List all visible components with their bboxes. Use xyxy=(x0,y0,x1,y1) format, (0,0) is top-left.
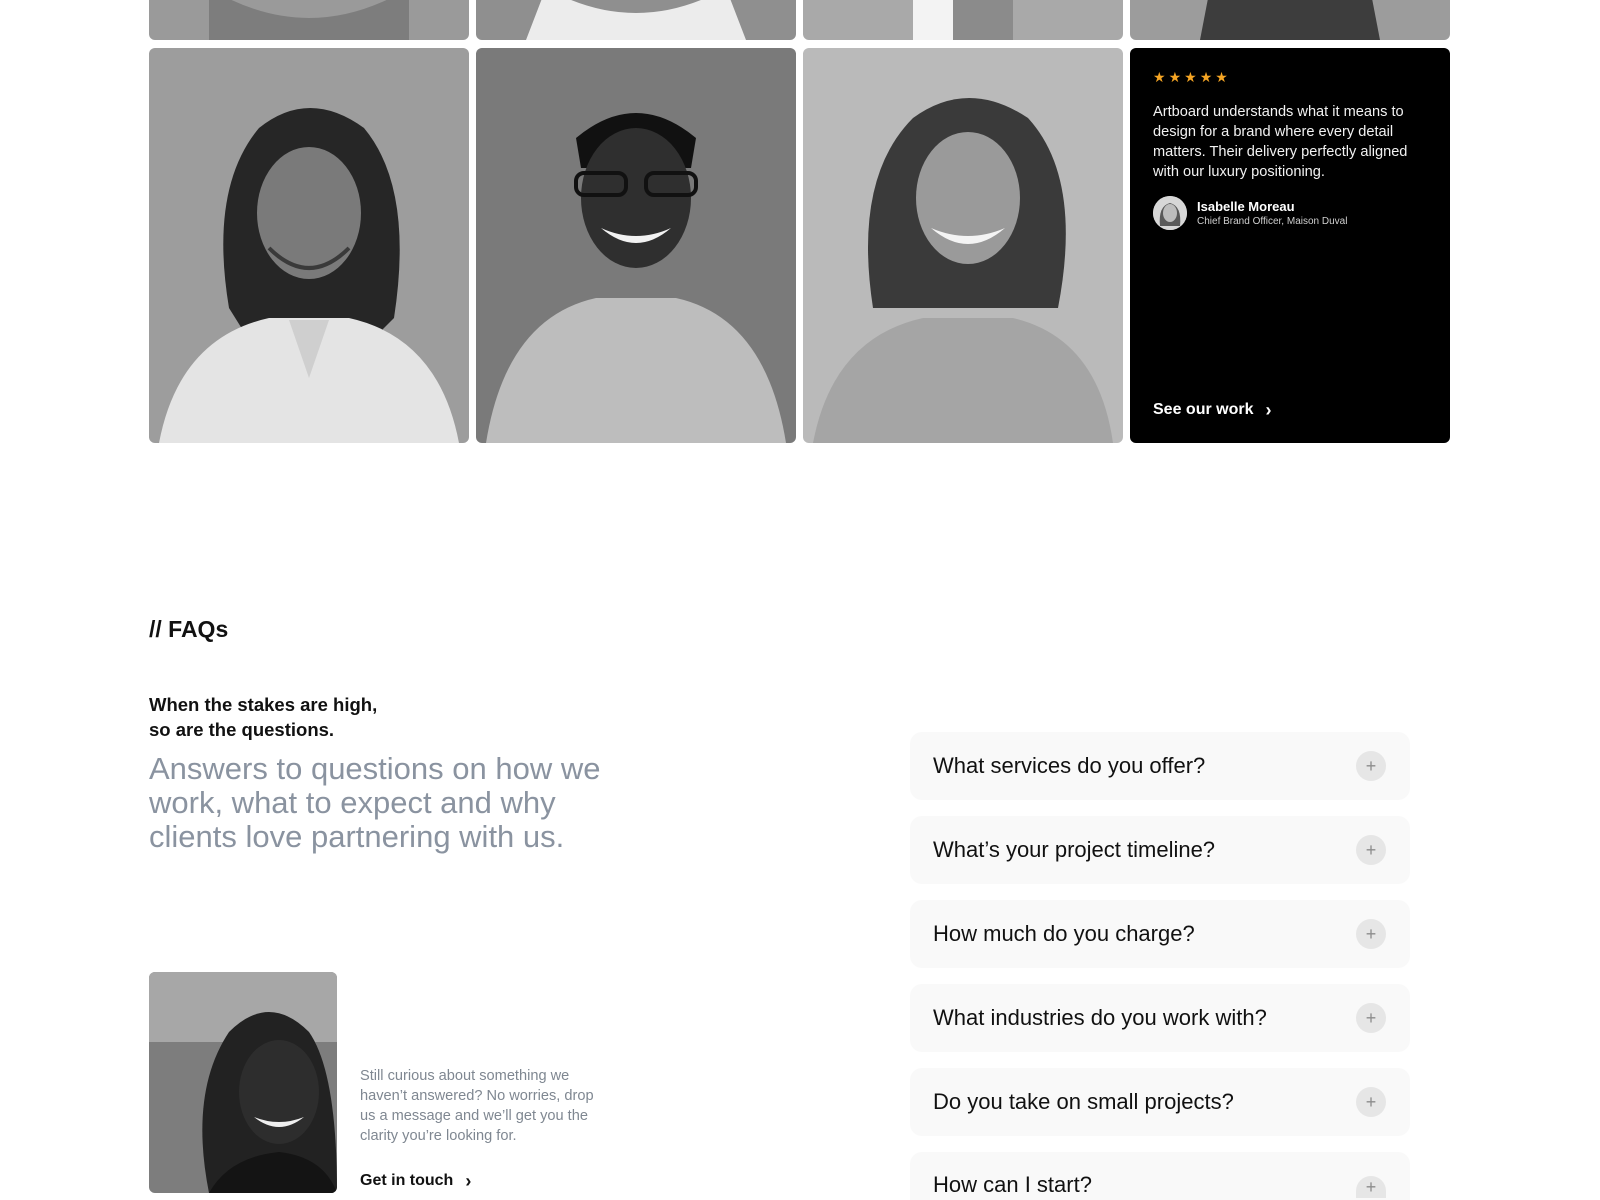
plus-icon[interactable]: + xyxy=(1356,1003,1386,1033)
faq-item-services[interactable]: What services do you offer? + xyxy=(910,732,1410,800)
faq-subheading-line: so are the questions. xyxy=(149,719,335,740)
faq-subheading-line: When the stakes are high, xyxy=(149,694,378,715)
plus-icon[interactable]: + xyxy=(1356,1087,1386,1117)
faq-question: How much do you charge? xyxy=(933,921,1195,946)
testimonial-quote: Artboard understands what it means to de… xyxy=(1153,104,1408,180)
star-icon: ★ xyxy=(1199,69,1213,85)
faq-lead-text: Answers to questions on how we work, wha… xyxy=(149,751,601,854)
team-photo-top-2 xyxy=(476,0,796,40)
plus-icon[interactable]: + xyxy=(1356,1176,1386,1198)
plus-icon[interactable]: + xyxy=(1356,751,1386,781)
star-icon: ★ xyxy=(1215,69,1228,85)
support-agent-photo xyxy=(149,972,337,1193)
get-in-touch-label: Get in touch xyxy=(360,1172,454,1189)
faq-question: What’s your project timeline? xyxy=(933,837,1216,862)
team-photo-top-3 xyxy=(803,0,1123,40)
chevron-right-icon: › xyxy=(1265,400,1272,420)
team-photo-top-4 xyxy=(1130,0,1450,40)
rating-stars: ★ ★ ★ ★ ★ xyxy=(1153,70,1427,84)
testimonial-author: Isabelle Moreau Chief Brand Officer, Mai… xyxy=(1153,196,1427,230)
faq-question: How can I start? xyxy=(933,1172,1092,1197)
faq-subheading: When the stakes are high, so are the que… xyxy=(149,692,449,742)
star-icon: ★ xyxy=(1184,69,1197,85)
testimonial-card: ★ ★ ★ ★ ★ Artboard understands what it m… xyxy=(1130,48,1450,443)
star-icon: ★ xyxy=(1153,69,1166,85)
author-name: Isabelle Moreau xyxy=(1197,199,1295,214)
avatar xyxy=(1153,196,1187,230)
faq-item-small-projects[interactable]: Do you take on small projects? + xyxy=(910,1068,1410,1136)
star-icon: ★ xyxy=(1168,69,1182,85)
faq-item-industries[interactable]: What industries do you work with? + xyxy=(910,984,1410,1052)
faq-question: What industries do you work with? xyxy=(933,1005,1267,1030)
faq-question: Do you take on small projects? xyxy=(933,1089,1234,1114)
plus-icon[interactable]: + xyxy=(1356,919,1386,949)
team-photo-woman-1 xyxy=(149,48,469,443)
faq-item-pricing[interactable]: How much do you charge? + xyxy=(910,900,1410,968)
see-our-work-label: See our work xyxy=(1153,401,1254,418)
team-photo-man xyxy=(476,48,796,443)
team-photo-woman-2 xyxy=(803,48,1123,443)
chevron-right-icon: › xyxy=(465,1171,472,1191)
see-our-work-link[interactable]: See our work › xyxy=(1153,401,1271,419)
author-role: Chief Brand Officer, Maison Duval xyxy=(1197,216,1348,227)
faq-item-start[interactable]: How can I start? + xyxy=(910,1152,1410,1200)
section-tag: // FAQs xyxy=(149,616,229,642)
plus-icon[interactable]: + xyxy=(1356,835,1386,865)
get-in-touch-link[interactable]: Get in touch › xyxy=(360,1172,471,1190)
faq-question: What services do you offer? xyxy=(933,753,1206,778)
support-text: Still curious about something we haven’t… xyxy=(360,1068,594,1144)
team-photo-top-1 xyxy=(149,0,469,40)
faq-item-timeline[interactable]: What’s your project timeline? + xyxy=(910,816,1410,884)
